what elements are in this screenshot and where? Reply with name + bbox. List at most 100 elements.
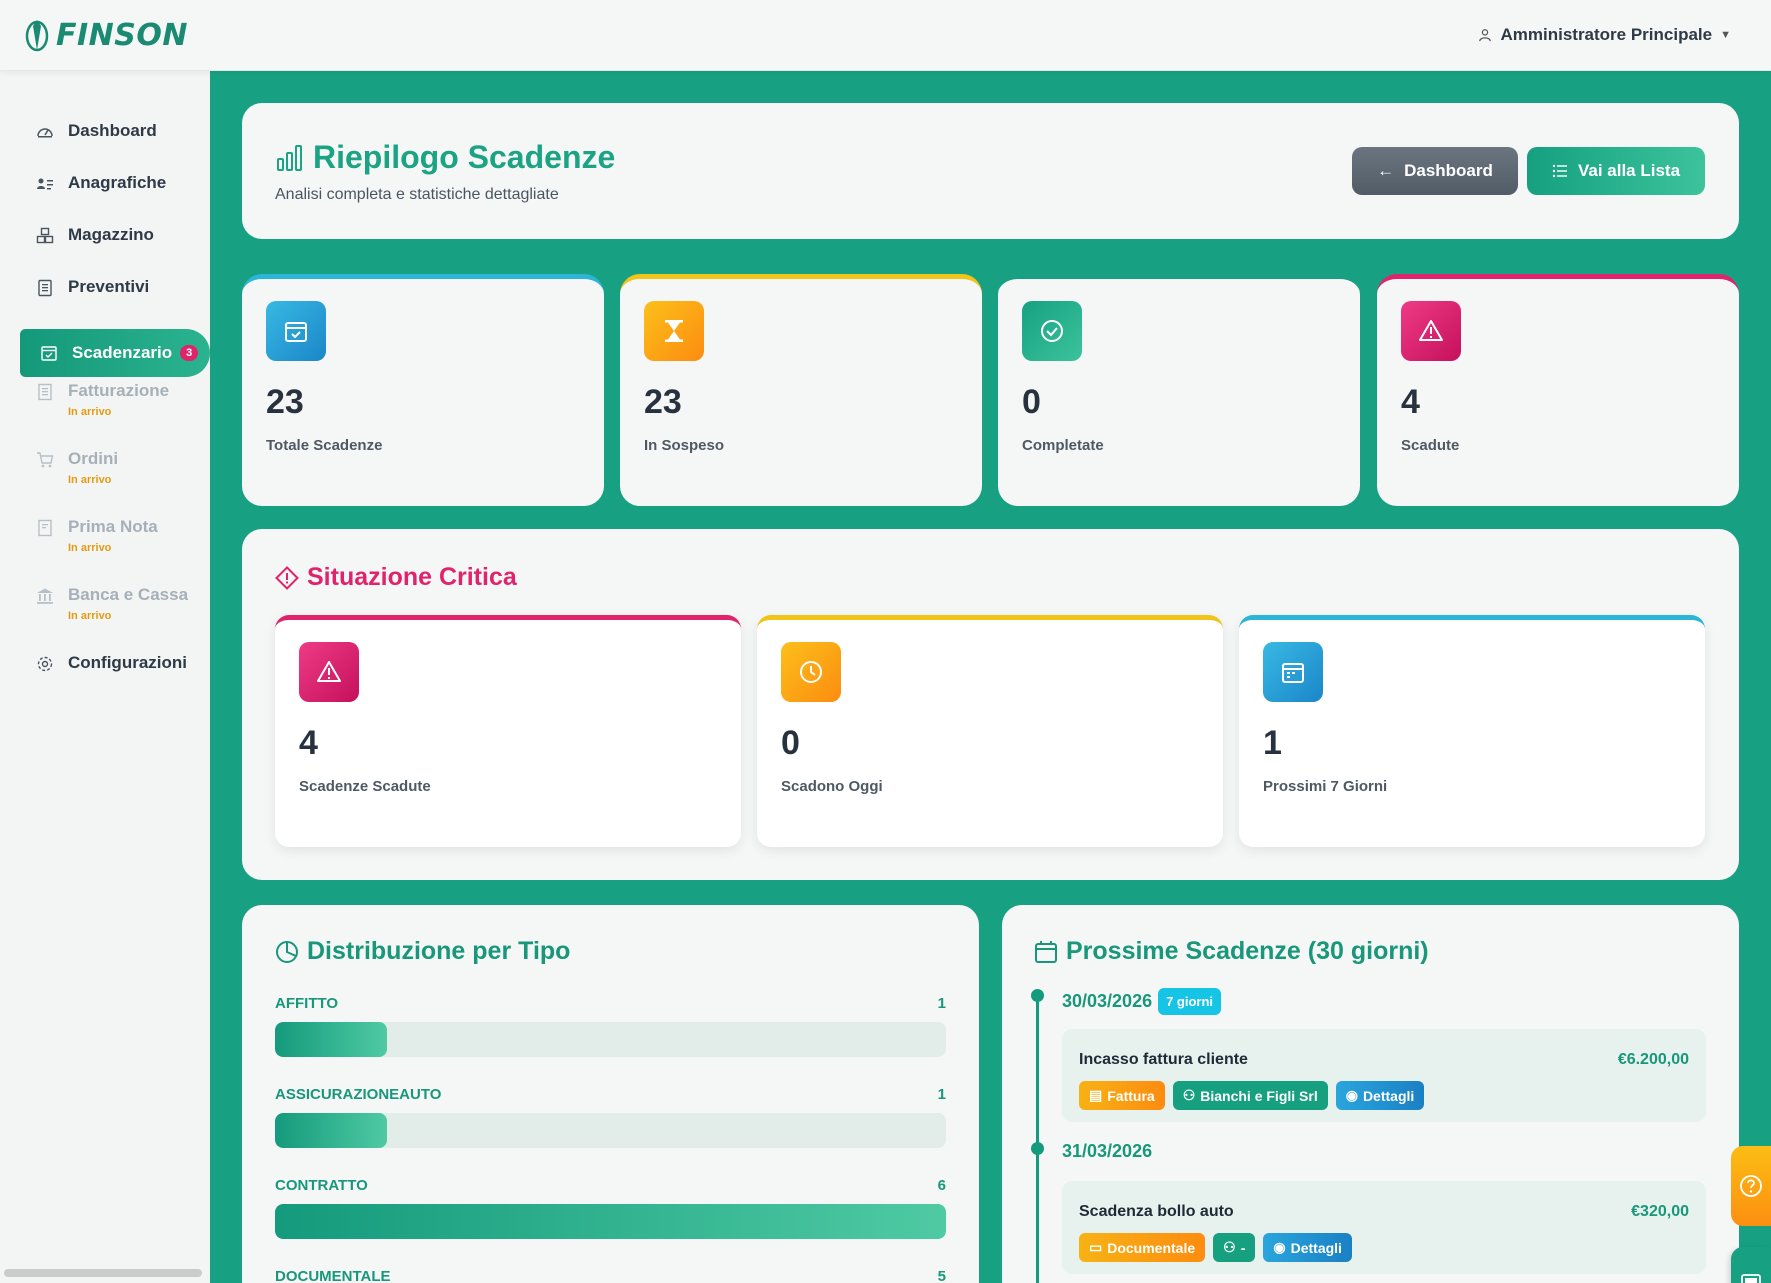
user-icon: ⚇ [1182,1087,1196,1103]
progress-fill [275,1113,387,1148]
sidebar-item-fatturazione[interactable]: Fatturazione In arrivo [0,381,210,449]
sidebar-item-label: Banca e Cassa [68,585,189,604]
calendar-check-icon [41,346,57,361]
list-icon [1552,164,1567,178]
progress-track [275,1113,946,1148]
help-button[interactable] [1731,1146,1771,1226]
gauge-icon [37,128,53,138]
user-menu[interactable]: Amministratore Principale ▼ [1478,25,1731,45]
distribution-row: ASSICURAZIONEAUTO 1 [275,1086,946,1148]
type-count: 5 [937,1268,946,1283]
deadline-item[interactable]: Scadenza bollo auto €320,00 ▭ Documentale… [1062,1181,1706,1274]
deadline-name: Incasso fattura cliente [1079,1051,1248,1068]
sidebar-item-label: Scadenzario [72,343,173,362]
main-content: Riepilogo Scadenze Analisi completa e st… [210,71,1771,1283]
critical-value: 1 [1263,724,1282,762]
sidebar: Dashboard Anagrafiche Magazzino Preventi… [0,71,210,1283]
details-button[interactable]: ◉ Dettagli [1335,1081,1425,1110]
stat-card-completed: 0 Completate [998,274,1360,506]
warning-icon [299,642,359,702]
type-count: 6 [937,1177,946,1194]
logo-text: FINSON [56,17,188,53]
sidebar-item-ordini[interactable]: Ordini In arrivo [0,449,210,517]
back-dashboard-button[interactable]: ← Dashboard [1352,147,1518,195]
type-label: CONTRATTO [275,1177,368,1194]
stat-value: 0 [1022,383,1041,421]
eye-icon: ◉ [1345,1087,1358,1103]
calculator-icon [1741,1274,1761,1283]
go-to-list-button[interactable]: Vai alla Lista [1527,147,1705,195]
days-remaining-badge: 7 giorni [1158,988,1222,1015]
pie-chart-icon [276,940,298,963]
page-subtitle: Analisi completa e statistiche dettaglia… [275,186,559,203]
sidebar-item-scadenzario[interactable]: Scadenzario 3 [20,329,210,377]
calendar-check-icon [266,301,326,361]
critical-box-expired: 4 Scadenze Scadute [275,615,741,847]
progress-track [275,1022,946,1057]
deadline-amount: €6.200,00 [1617,1051,1689,1068]
sidebar-item-anagrafiche[interactable]: Anagrafiche [0,173,210,225]
upcoming-title: Prossime Scadenze (30 giorni) [1034,937,1429,966]
go-to-list-label: Vai alla Lista [1577,161,1681,180]
critical-value: 0 [781,724,800,762]
coming-soon-label: In arrivo [68,406,112,418]
calculator-button[interactable] [1731,1247,1771,1283]
back-dashboard-label: Dashboard [1404,161,1493,180]
upcoming-card: Prossime Scadenze (30 giorni) 30/03/2026… [1002,905,1739,1283]
sidebar-item-label: Anagrafiche [68,173,167,192]
sidebar-scrollbar[interactable] [4,1269,202,1277]
sidebar-item-dashboard[interactable]: Dashboard [0,121,210,173]
distribution-row: CONTRATTO 6 [275,1177,946,1239]
deadline-amount: €320,00 [1631,1203,1689,1220]
type-count: 1 [937,995,946,1012]
timeline-date: 31/03/2026 [1062,1141,1152,1162]
cart-icon [37,452,54,468]
sidebar-item-label: Fatturazione [68,381,170,400]
type-tag: ▤ Fattura [1079,1081,1165,1110]
sidebar-item-prima-nota[interactable]: Prima Nota In arrivo [0,517,210,585]
bank-icon [37,588,53,604]
journal-icon [38,519,52,537]
timeline-dot [1031,989,1044,1002]
sidebar-item-label: Magazzino [68,225,154,244]
sidebar-item-magazzino[interactable]: Magazzino [0,225,210,277]
arrow-left-icon: ← [1377,161,1395,180]
question-icon [1740,1175,1762,1197]
calendar-icon [1035,940,1057,963]
distribution-card: Distribuzione per Tipo AFFITTO 1 ASSICURA… [242,905,979,1283]
eye-icon: ◉ [1273,1239,1286,1255]
people-list-icon [37,178,53,190]
boxes-icon [36,227,54,244]
coming-soon-label: In arrivo [68,610,112,622]
deadline-item[interactable]: Incasso fattura cliente €6.200,00 ▤ Fattu… [1062,1029,1706,1122]
details-button[interactable]: ◉ Dettagli [1263,1233,1352,1262]
coming-soon-label: In arrivo [68,474,112,486]
document-icon [38,279,52,297]
client-tag: ⚇ - [1213,1233,1256,1262]
critical-title: Situazione Critica [275,563,517,592]
user-icon: ⚇ [1223,1239,1236,1255]
stat-label: In Sospeso [644,437,725,454]
sidebar-item-preventivi[interactable]: Preventivi [0,277,210,329]
sidebar-item-banca-cassa[interactable]: Banca e Cassa In arrivo [0,585,210,653]
date-text: 30/03/2026 [1062,991,1153,1011]
client-tag: ⚇ Bianchi e Figli Srl [1172,1081,1328,1110]
gear-icon [37,656,53,672]
progress-fill [275,1204,946,1239]
diamond-alert-icon [275,565,299,590]
critical-label: Scadono Oggi [781,778,883,795]
critical-label: Prossimi 7 Giorni [1263,778,1388,795]
page-title: Riepilogo Scadenze [275,139,615,176]
critical-situation-card: Situazione Critica 4 Scadenze Scadute 0 … [242,529,1739,880]
distribution-row: DOCUMENTALE 5 [275,1268,946,1283]
type-label: AFFITTO [275,995,339,1012]
stat-label: Completate [1022,437,1104,454]
coming-soon-label: In arrivo [68,542,112,554]
folder-icon: ▭ [1089,1239,1103,1255]
upcoming-title-text: Prossime Scadenze (30 giorni) [1066,937,1429,965]
app-logo[interactable]: FINSON [24,18,188,53]
top-bar: FINSON Amministratore Principale ▼ [0,0,1771,71]
stat-value: 23 [644,383,682,421]
sidebar-item-label: Dashboard [68,121,157,140]
sidebar-item-configurazioni[interactable]: Configurazioni [0,653,210,705]
